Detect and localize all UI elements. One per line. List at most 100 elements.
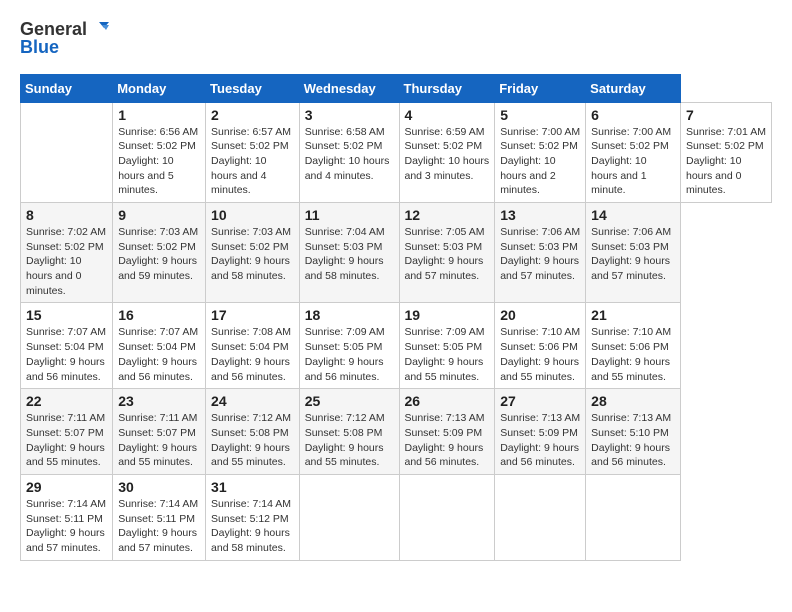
weekday-header-monday: Monday	[113, 74, 206, 102]
day-cell: 30Sunrise: 7:14 AMSunset: 5:11 PMDayligh…	[113, 474, 206, 560]
day-number: 17	[211, 307, 294, 323]
empty-day-cell	[495, 474, 586, 560]
day-number: 28	[591, 393, 675, 409]
day-cell: 2 Sunrise: 6:57 AMSunset: 5:02 PMDaylight…	[206, 102, 300, 202]
day-cell: 28 Sunrise: 7:13 AMSunset: 5:10 PMDayligh…	[586, 389, 681, 475]
weekday-header-friday: Friday	[495, 74, 586, 102]
calendar-table: SundayMondayTuesdayWednesdayThursdayFrid…	[20, 74, 772, 561]
day-info: Sunrise: 7:12 AMSunset: 5:08 PMDaylight:…	[305, 411, 394, 470]
day-cell: 26 Sunrise: 7:13 AMSunset: 5:09 PMDayligh…	[399, 389, 495, 475]
weekday-header-tuesday: Tuesday	[206, 74, 300, 102]
day-info: Sunrise: 7:11 AMSunset: 5:07 PMDaylight:…	[118, 411, 200, 470]
day-info: Sunrise: 7:04 AMSunset: 5:03 PMDaylight:…	[305, 225, 394, 284]
day-number: 6	[591, 107, 675, 123]
day-number: 27	[500, 393, 580, 409]
logo-bird-icon	[89, 22, 109, 38]
day-info: Sunrise: 6:58 AMSunset: 5:02 PMDaylight:…	[305, 125, 394, 184]
day-cell: 10 Sunrise: 7:03 AMSunset: 5:02 PMDayligh…	[206, 203, 300, 303]
day-number: 2	[211, 107, 294, 123]
day-cell: 11 Sunrise: 7:04 AMSunset: 5:03 PMDayligh…	[299, 203, 399, 303]
day-cell: 13 Sunrise: 7:06 AMSunset: 5:03 PMDayligh…	[495, 203, 586, 303]
page-header: General Blue	[20, 20, 772, 58]
day-number: 25	[305, 393, 394, 409]
day-number: 3	[305, 107, 394, 123]
day-cell: 12 Sunrise: 7:05 AMSunset: 5:03 PMDayligh…	[399, 203, 495, 303]
day-cell: 27 Sunrise: 7:13 AMSunset: 5:09 PMDayligh…	[495, 389, 586, 475]
day-info: Sunrise: 6:57 AMSunset: 5:02 PMDaylight:…	[211, 125, 294, 198]
day-cell: 8 Sunrise: 7:02 AMSunset: 5:02 PMDaylight…	[21, 203, 113, 303]
calendar-week-row: 15 Sunrise: 7:07 AMSunset: 5:04 PMDayligh…	[21, 303, 772, 389]
day-number: 14	[591, 207, 675, 223]
calendar-week-row: 22 Sunrise: 7:11 AMSunset: 5:07 PMDayligh…	[21, 389, 772, 475]
day-info: Sunrise: 6:56 AMSunset: 5:02 PMDaylight:…	[118, 125, 200, 198]
day-cell: 17 Sunrise: 7:08 AMSunset: 5:04 PMDayligh…	[206, 303, 300, 389]
day-cell: 29 Sunrise: 7:14 AMSunset: 5:11 PMDayligh…	[21, 474, 113, 560]
calendar-week-row: 29 Sunrise: 7:14 AMSunset: 5:11 PMDayligh…	[21, 474, 772, 560]
weekday-header-wednesday: Wednesday	[299, 74, 399, 102]
day-info: Sunrise: 7:00 AMSunset: 5:02 PMDaylight:…	[500, 125, 580, 198]
day-info: Sunrise: 7:07 AMSunset: 5:04 PMDaylight:…	[118, 325, 200, 384]
day-number: 30	[118, 479, 200, 495]
day-number: 20	[500, 307, 580, 323]
day-cell: 24 Sunrise: 7:12 AMSunset: 5:08 PMDayligh…	[206, 389, 300, 475]
day-info: Sunrise: 7:13 AMSunset: 5:10 PMDaylight:…	[591, 411, 675, 470]
day-number: 13	[500, 207, 580, 223]
day-cell: 18Sunrise: 7:09 AMSunset: 5:05 PMDayligh…	[299, 303, 399, 389]
day-number: 10	[211, 207, 294, 223]
day-info: Sunrise: 7:06 AMSunset: 5:03 PMDaylight:…	[500, 225, 580, 284]
day-info: Sunrise: 7:10 AMSunset: 5:06 PMDaylight:…	[500, 325, 580, 384]
day-number: 12	[405, 207, 490, 223]
day-info: Sunrise: 7:05 AMSunset: 5:03 PMDaylight:…	[405, 225, 490, 284]
calendar-week-row: 8 Sunrise: 7:02 AMSunset: 5:02 PMDaylight…	[21, 203, 772, 303]
day-info: Sunrise: 7:14 AMSunset: 5:11 PMDaylight:…	[26, 497, 107, 556]
day-info: Sunrise: 7:13 AMSunset: 5:09 PMDaylight:…	[500, 411, 580, 470]
day-number: 29	[26, 479, 107, 495]
logo: General Blue	[20, 20, 109, 58]
day-number: 26	[405, 393, 490, 409]
day-info: Sunrise: 7:07 AMSunset: 5:04 PMDaylight:…	[26, 325, 107, 384]
day-info: Sunrise: 7:03 AMSunset: 5:02 PMDaylight:…	[118, 225, 200, 284]
weekday-header-row: SundayMondayTuesdayWednesdayThursdayFrid…	[21, 74, 772, 102]
day-cell: 31Sunrise: 7:14 AMSunset: 5:12 PMDayligh…	[206, 474, 300, 560]
day-cell: 16 Sunrise: 7:07 AMSunset: 5:04 PMDayligh…	[113, 303, 206, 389]
day-cell: 20 Sunrise: 7:10 AMSunset: 5:06 PMDayligh…	[495, 303, 586, 389]
weekday-header-saturday: Saturday	[586, 74, 681, 102]
logo-blue: Blue	[20, 38, 109, 58]
day-cell: 6 Sunrise: 7:00 AMSunset: 5:02 PMDaylight…	[586, 102, 681, 202]
day-cell: 21Sunrise: 7:10 AMSunset: 5:06 PMDayligh…	[586, 303, 681, 389]
day-info: Sunrise: 7:14 AMSunset: 5:12 PMDaylight:…	[211, 497, 294, 556]
day-number: 24	[211, 393, 294, 409]
day-number: 5	[500, 107, 580, 123]
day-number: 21	[591, 307, 675, 323]
day-number: 15	[26, 307, 107, 323]
day-number: 1	[118, 107, 200, 123]
empty-day-cell	[21, 102, 113, 202]
day-number: 11	[305, 207, 394, 223]
day-cell: 14Sunrise: 7:06 AMSunset: 5:03 PMDayligh…	[586, 203, 681, 303]
weekday-header-sunday: Sunday	[21, 74, 113, 102]
day-cell: 19 Sunrise: 7:09 AMSunset: 5:05 PMDayligh…	[399, 303, 495, 389]
day-number: 22	[26, 393, 107, 409]
day-number: 19	[405, 307, 490, 323]
day-info: Sunrise: 7:12 AMSunset: 5:08 PMDaylight:…	[211, 411, 294, 470]
day-info: Sunrise: 7:03 AMSunset: 5:02 PMDaylight:…	[211, 225, 294, 284]
day-cell: 7Sunrise: 7:01 AMSunset: 5:02 PMDaylight…	[680, 102, 771, 202]
empty-day-cell	[299, 474, 399, 560]
day-cell: 22 Sunrise: 7:11 AMSunset: 5:07 PMDayligh…	[21, 389, 113, 475]
day-info: Sunrise: 7:08 AMSunset: 5:04 PMDaylight:…	[211, 325, 294, 384]
day-info: Sunrise: 7:09 AMSunset: 5:05 PMDaylight:…	[405, 325, 490, 384]
day-number: 16	[118, 307, 200, 323]
weekday-header-thursday: Thursday	[399, 74, 495, 102]
logo-container: General Blue	[20, 20, 109, 58]
day-info: Sunrise: 7:11 AMSunset: 5:07 PMDaylight:…	[26, 411, 107, 470]
day-cell: 3 Sunrise: 6:58 AMSunset: 5:02 PMDaylight…	[299, 102, 399, 202]
empty-day-cell	[399, 474, 495, 560]
day-cell: 9Sunrise: 7:03 AMSunset: 5:02 PMDaylight…	[113, 203, 206, 303]
day-cell: 15 Sunrise: 7:07 AMSunset: 5:04 PMDayligh…	[21, 303, 113, 389]
day-info: Sunrise: 7:02 AMSunset: 5:02 PMDaylight:…	[26, 225, 107, 298]
day-info: Sunrise: 7:13 AMSunset: 5:09 PMDaylight:…	[405, 411, 490, 470]
day-number: 4	[405, 107, 490, 123]
day-number: 8	[26, 207, 107, 223]
day-info: Sunrise: 7:00 AMSunset: 5:02 PMDaylight:…	[591, 125, 675, 198]
day-number: 7	[686, 107, 766, 123]
